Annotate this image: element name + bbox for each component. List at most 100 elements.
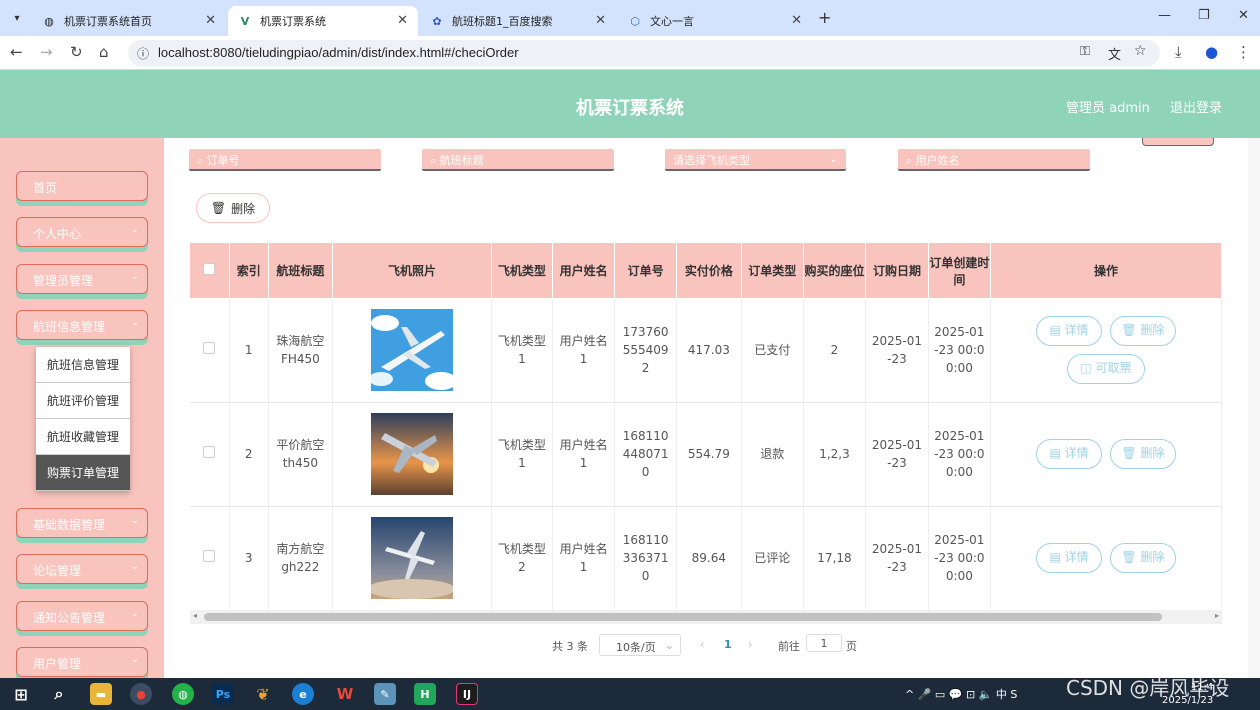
home-icon[interactable]: ⌂ bbox=[99, 43, 109, 61]
plane-type-select[interactable]: 请选择飞机类型 ⌄ bbox=[665, 149, 846, 171]
sidebar-item-home[interactable]: 首页 bbox=[16, 171, 148, 201]
new-tab-icon[interactable]: + bbox=[818, 8, 831, 27]
search-icon: ⌕ bbox=[906, 154, 913, 167]
flight-title-search-input[interactable]: ⌕ 航班标题 bbox=[422, 149, 614, 171]
goto-page-input[interactable]: 1 bbox=[806, 634, 842, 652]
scroll-right-icon[interactable]: ▸ bbox=[1215, 611, 1219, 620]
close-icon[interactable]: ✕ bbox=[205, 13, 216, 28]
search-icon[interactable]: ⌕ bbox=[48, 683, 70, 705]
bird-app-icon[interactable]: ❦ bbox=[252, 683, 274, 705]
submenu-item-flight-favorites[interactable]: 航班收藏管理 bbox=[36, 419, 130, 455]
submenu-item-flight-review[interactable]: 航班评价管理 bbox=[36, 383, 130, 419]
select-all-checkbox[interactable] bbox=[190, 243, 230, 298]
url-field[interactable]: ⓘ localhost:8080/tieludingpiao/admin/dis… bbox=[128, 40, 1160, 66]
delete-button[interactable]: 🗑 删除 bbox=[1109, 315, 1176, 346]
photoshop-icon[interactable]: Ps bbox=[212, 683, 234, 705]
row-checkbox[interactable] bbox=[190, 298, 230, 403]
minimize-icon[interactable]: — bbox=[1158, 8, 1171, 23]
window-close-icon[interactable]: ✕ bbox=[1238, 8, 1249, 23]
browser-tab-4[interactable]: ⬡ 文心一言 ✕ bbox=[618, 6, 812, 36]
site-info-icon[interactable]: ⓘ bbox=[137, 45, 149, 62]
scrollbar-thumb[interactable] bbox=[204, 613, 1162, 621]
page-size-select[interactable]: 10条/页 ⌄ bbox=[599, 634, 681, 656]
cell-price: 417.03 bbox=[676, 298, 742, 403]
book-icon: ◫ bbox=[1080, 360, 1092, 375]
logout-link[interactable]: 退出登录 bbox=[1170, 97, 1222, 116]
sidebar-item-flight-info[interactable]: 航班信息管理 ⌄ bbox=[16, 310, 148, 340]
total-count: 共 3 条 bbox=[552, 640, 588, 653]
delete-button[interactable]: 🗑 删除 bbox=[1109, 543, 1176, 573]
cell-seats: 17,18 bbox=[803, 506, 867, 611]
sidebar-item-forum[interactable]: 论坛管理 ⌄ bbox=[16, 554, 148, 584]
detail-button[interactable]: ▤ 详情 bbox=[1036, 439, 1103, 469]
horizontal-scrollbar[interactable]: ◂ ▸ bbox=[190, 610, 1222, 624]
sidebar-item-label: 用户管理 bbox=[33, 657, 82, 671]
column-header: 飞机照片 bbox=[332, 243, 492, 298]
pick-ticket-button[interactable]: ◫ 可取票 bbox=[1066, 353, 1145, 384]
url-text[interactable]: localhost:8080/tieludingpiao/admin/dist/… bbox=[158, 45, 519, 60]
forward-arrow-icon[interactable]: → bbox=[40, 43, 53, 61]
detail-button[interactable]: ▤ 详情 bbox=[1036, 543, 1103, 573]
column-header: 用户姓名 bbox=[552, 243, 616, 298]
close-icon[interactable]: ✕ bbox=[595, 13, 606, 28]
wechat-icon[interactable]: ◍ bbox=[172, 683, 194, 705]
watermark: CSDN @岸风毕设 bbox=[1066, 676, 1230, 700]
system-tray[interactable]: ^ 🎤 ▭ 💬 ⊡ 🔈 中 S bbox=[905, 686, 1017, 702]
profile-icon[interactable]: ● bbox=[1205, 43, 1218, 61]
intellij-icon[interactable]: IJ bbox=[456, 683, 478, 705]
sidebar-item-label: 基础数据管理 bbox=[33, 518, 106, 532]
key-icon[interactable]: ⚿ bbox=[1080, 44, 1090, 59]
page-number-current[interactable]: 1 bbox=[724, 638, 732, 651]
close-icon[interactable]: ✕ bbox=[791, 13, 802, 28]
cell-price: 89.64 bbox=[676, 506, 742, 611]
order-number-search-input[interactable]: ⌕ 订单号 bbox=[189, 149, 381, 171]
windows-start-icon[interactable]: ⊞ bbox=[10, 683, 32, 705]
submenu-item-flight-info[interactable]: 航班信息管理 bbox=[36, 347, 130, 383]
column-header: 订单创建时间 bbox=[928, 243, 991, 298]
tab-2-label: 机票订票系统 bbox=[260, 15, 326, 28]
query-button[interactable] bbox=[1142, 138, 1214, 146]
sidebar-item-basic-data[interactable]: 基础数据管理 ⌄ bbox=[16, 508, 148, 538]
cell-order-type: 退款 bbox=[741, 402, 804, 507]
scroll-left-icon[interactable]: ◂ bbox=[193, 611, 197, 620]
cell-order-type: 已评论 bbox=[741, 506, 804, 611]
vertical-scrollbar[interactable] bbox=[1248, 138, 1260, 678]
username-search-input[interactable]: ⌕ 用户姓名 bbox=[898, 149, 1090, 171]
detail-button[interactable]: ▤ 详情 bbox=[1036, 315, 1103, 346]
browser-tab-2[interactable]: V 机票订票系统 ✕ bbox=[228, 6, 418, 36]
chrome-icon[interactable]: ● bbox=[130, 683, 152, 705]
row-checkbox[interactable] bbox=[190, 402, 230, 507]
hbuilder-icon[interactable]: H bbox=[414, 683, 436, 705]
row-checkbox[interactable] bbox=[190, 506, 230, 611]
sidebar-item-admin-management[interactable]: 管理员管理 ⌄ bbox=[16, 264, 148, 294]
prev-page-icon[interactable]: ‹ bbox=[700, 638, 704, 651]
submenu-item-ticket-orders[interactable]: 购票订单管理 bbox=[36, 455, 130, 491]
notepad-icon[interactable]: ✎ bbox=[374, 683, 396, 705]
cell-order-no: 1681103363710 bbox=[614, 506, 677, 611]
browser-tab-3[interactable]: ✿ 航班标题1_百度搜索 ✕ bbox=[420, 6, 616, 36]
wps-icon[interactable]: W bbox=[334, 683, 356, 705]
file-explorer-icon[interactable]: ▬ bbox=[90, 683, 112, 705]
more-menu-icon[interactable]: ⋮ bbox=[1236, 43, 1251, 61]
sidebar-item-users[interactable]: 用户管理 ⌄ bbox=[16, 647, 148, 677]
cell-date: 2025-01-23 bbox=[865, 402, 929, 507]
back-arrow-icon[interactable]: ← bbox=[10, 43, 23, 61]
reload-icon[interactable]: ↻ bbox=[70, 43, 83, 61]
next-page-icon[interactable]: › bbox=[748, 638, 752, 651]
restore-icon[interactable]: ❐ bbox=[1198, 8, 1210, 23]
sidebar-item-notice[interactable]: 通知公告管理 ⌄ bbox=[16, 601, 148, 631]
plane-photo bbox=[370, 517, 453, 599]
translate-icon[interactable]: 文 bbox=[1108, 44, 1121, 63]
browser-tab-1[interactable]: ◍ 机票订票系统首页 ✕ bbox=[32, 6, 226, 36]
tab-search-icon[interactable]: ▾ bbox=[8, 9, 26, 27]
app-header: 机票订票系统 管理员 admin 退出登录 bbox=[0, 70, 1260, 138]
sidebar-item-label: 首页 bbox=[33, 181, 58, 195]
sidebar-item-personal-center[interactable]: 个人中心 ⌄ bbox=[16, 217, 148, 247]
download-icon[interactable]: ⤓ bbox=[1175, 43, 1182, 61]
close-icon[interactable]: ✕ bbox=[397, 13, 408, 28]
delete-button[interactable]: 🗑 删除 bbox=[1109, 439, 1176, 469]
star-icon[interactable]: ☆ bbox=[1134, 43, 1147, 59]
batch-delete-button[interactable]: 🗑 删除 bbox=[196, 193, 270, 223]
chevron-down-icon: ⌄ bbox=[130, 224, 139, 235]
edge-icon[interactable]: e bbox=[292, 683, 314, 705]
